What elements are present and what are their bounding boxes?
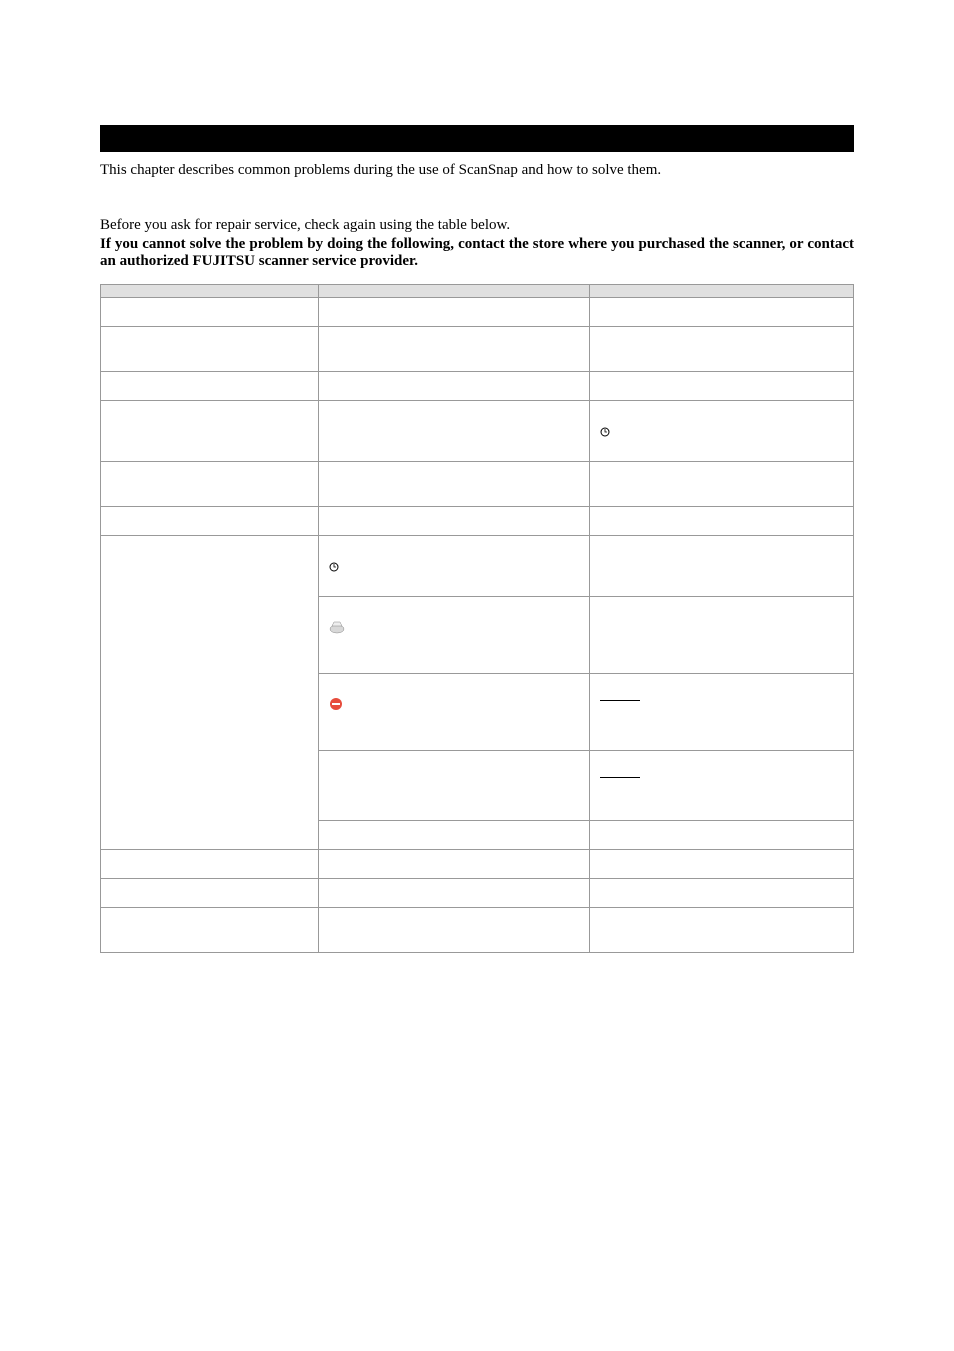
symptom-cell (101, 507, 319, 536)
table-row (101, 536, 854, 597)
check-cell (319, 879, 590, 908)
solution-cell (590, 298, 854, 327)
table-row (101, 462, 854, 507)
table-row (101, 327, 854, 372)
symptom-cell (101, 372, 319, 401)
chapter-title-bar (100, 125, 854, 152)
symptom-cell (101, 327, 319, 372)
table-row (101, 401, 854, 462)
check-cell (319, 821, 590, 850)
table-row (101, 908, 854, 953)
symptom-cell (101, 462, 319, 507)
solution-cell (590, 597, 854, 674)
col-symptom (101, 285, 319, 298)
table-row (101, 298, 854, 327)
pre-note: Before you ask for repair service, check… (100, 217, 854, 234)
bold-note: If you cannot solve the problem by doing… (100, 236, 854, 270)
table-row (101, 372, 854, 401)
solution-cell (590, 821, 854, 850)
solution-cell (590, 536, 854, 597)
scanner-icon (329, 620, 345, 634)
check-cell (319, 751, 590, 821)
solution-cell (590, 879, 854, 908)
solution-cell (590, 674, 854, 751)
col-check (319, 285, 590, 298)
solution-cell (590, 850, 854, 879)
check-cell (319, 462, 590, 507)
symptom-cell (101, 850, 319, 879)
symptom-cell (101, 298, 319, 327)
troubleshooting-table (100, 284, 854, 953)
table-row (101, 879, 854, 908)
scansnap-manager-icon (600, 426, 610, 436)
solution-cell (590, 908, 854, 953)
symptom-cell (101, 401, 319, 462)
solution-cell (590, 372, 854, 401)
solution-cell (590, 401, 854, 462)
check-cell (319, 536, 590, 597)
intro-text: This chapter describes common problems d… (100, 162, 854, 179)
check-cell (319, 674, 590, 751)
check-cell (319, 372, 590, 401)
no-entry-icon (329, 697, 343, 711)
scansnap-manager-icon (329, 561, 339, 571)
col-solution (590, 285, 854, 298)
solution-cell (590, 327, 854, 372)
check-cell (319, 298, 590, 327)
symptom-cell (101, 908, 319, 953)
check-cell (319, 908, 590, 953)
check-cell (319, 507, 590, 536)
check-cell (319, 401, 590, 462)
solution-cell (590, 462, 854, 507)
solution-cell (590, 751, 854, 821)
symptom-cell (101, 879, 319, 908)
check-cell (319, 597, 590, 674)
check-cell (319, 850, 590, 879)
table-row (101, 507, 854, 536)
table-row (101, 850, 854, 879)
symptom-cell (101, 536, 319, 850)
solution-cell (590, 507, 854, 536)
check-cell (319, 327, 590, 372)
